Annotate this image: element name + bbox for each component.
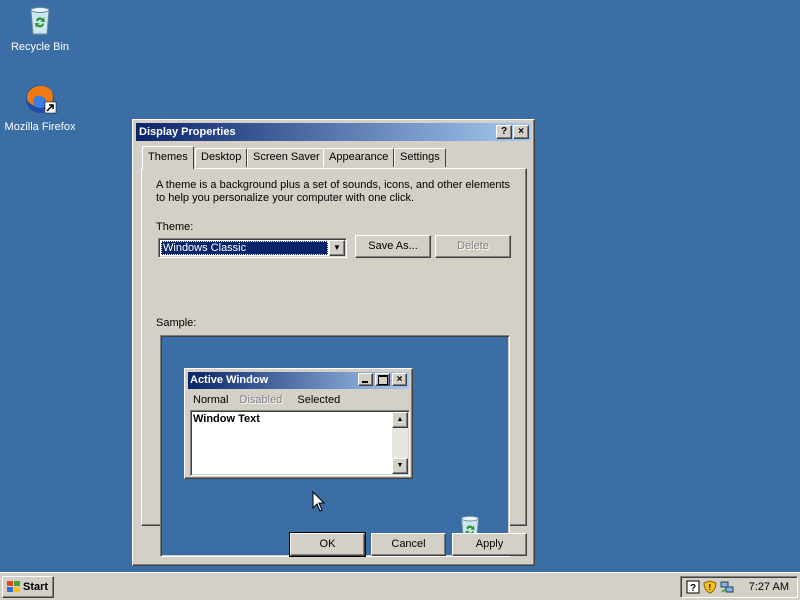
sample-menu-bar: Normal Disabled Selected: [193, 394, 352, 406]
minimize-icon: [358, 373, 373, 386]
recycle-bin-icon: [30, 7, 50, 35]
clock[interactable]: 7:27 AM: [749, 581, 789, 593]
help-tray-icon[interactable]: ?: [686, 580, 700, 594]
themes-panel: A theme is a background plus a set of so…: [141, 168, 527, 557]
svg-text:?: ?: [690, 583, 696, 594]
firefox-icon: [26, 85, 57, 114]
recycle-bin-label: Recycle Bin: [10, 41, 70, 53]
mouse-cursor-icon: [312, 491, 326, 512]
theme-dropdown[interactable]: Windows Classic ▼: [158, 238, 347, 258]
start-label: Start: [23, 581, 49, 593]
scroll-down-icon: ▼: [392, 458, 408, 474]
help-button[interactable]: ?: [496, 125, 512, 139]
tab-appearance[interactable]: Appearance: [323, 148, 395, 167]
network-icon[interactable]: [720, 580, 734, 594]
sample-close-icon: ×: [392, 373, 407, 386]
display-properties-dialog: Display Properties ? × Themes Desktop Sc…: [132, 119, 535, 566]
cancel-button[interactable]: Cancel: [371, 533, 446, 556]
sample-window-text: Window Text: [193, 413, 260, 425]
sample-active-window: Active Window × Normal Disabled Selected…: [184, 368, 413, 479]
close-button[interactable]: ×: [513, 125, 529, 139]
sample-menu-disabled: Disabled: [239, 394, 283, 406]
theme-dropdown-value: Windows Classic: [161, 241, 328, 255]
theme-description: A theme is a background plus a set of so…: [156, 179, 511, 204]
svg-text:!: !: [709, 583, 712, 592]
maximize-icon: [375, 373, 390, 386]
sample-window-titlebar: Active Window ×: [188, 372, 409, 389]
firefox-desktop-icon[interactable]: Mozilla Firefox: [0, 82, 80, 133]
tab-settings-label: Settings: [400, 151, 440, 163]
taskbar: Start ? ! 7:27 AM: [0, 572, 800, 600]
theme-label: Theme:: [156, 221, 194, 233]
dialog-title: Display Properties: [139, 126, 236, 138]
dialog-titlebar[interactable]: Display Properties ? ×: [136, 123, 531, 141]
tab-themes[interactable]: Themes: [142, 146, 194, 169]
sample-menu-selected: Selected: [297, 394, 341, 406]
sample-menu-normal: Normal: [193, 394, 229, 406]
recycle-bin-desktop-icon[interactable]: Recycle Bin: [0, 0, 80, 53]
delete-button[interactable]: Delete: [435, 235, 511, 258]
tab-themes-label: Themes: [148, 151, 188, 163]
sample-preview: Active Window × Normal Disabled Selected…: [160, 335, 510, 557]
ok-button[interactable]: OK: [289, 532, 366, 557]
sample-scrollbar: ▲ ▼: [392, 412, 408, 474]
system-tray: ? ! 7:27 AM: [680, 576, 798, 598]
tab-desktop-label: Desktop: [201, 151, 242, 163]
close-icon: ×: [518, 126, 524, 137]
firefox-label: Mozilla Firefox: [4, 121, 76, 133]
save-as-button[interactable]: Save As...: [355, 235, 431, 258]
security-shield-icon[interactable]: !: [703, 580, 717, 594]
tab-settings[interactable]: Settings: [394, 148, 446, 167]
sample-window-title: Active Window: [190, 374, 269, 386]
sample-window-text-area: Window Text ▲ ▼: [190, 410, 410, 476]
sample-label: Sample:: [156, 317, 197, 329]
tab-screen-saver[interactable]: Screen Saver: [247, 148, 326, 167]
help-icon: ?: [500, 126, 508, 137]
start-button[interactable]: Start: [2, 576, 54, 598]
dropdown-arrow-icon[interactable]: ▼: [329, 240, 345, 256]
tab-appearance-label: Appearance: [329, 151, 389, 163]
apply-button[interactable]: Apply: [452, 533, 527, 556]
scroll-up-icon: ▲: [392, 412, 408, 428]
windows-logo-icon: [7, 581, 20, 592]
tab-desktop[interactable]: Desktop: [195, 148, 248, 167]
tab-screen-saver-label: Screen Saver: [253, 151, 320, 163]
